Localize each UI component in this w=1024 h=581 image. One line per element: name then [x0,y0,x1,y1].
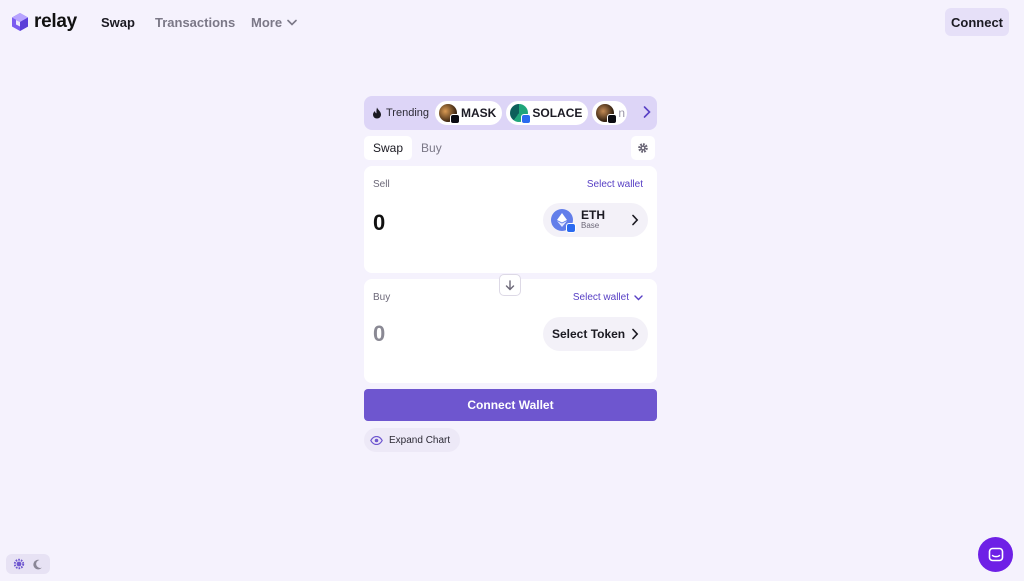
token-symbol: MASK [461,106,497,120]
chevron-down-icon [287,19,297,26]
buy-panel: Buy Select wallet 0 Select Token [364,274,657,383]
chat-icon [988,547,1003,561]
flame-icon [373,107,381,119]
buy-amount-input[interactable]: 0 [373,321,385,347]
sell-label: Sell [373,179,390,190]
buy-select-wallet-label: Select wallet [572,292,629,303]
nav-more[interactable]: More [251,15,297,30]
sun-icon[interactable] [13,558,25,570]
gear-icon [638,143,648,153]
swap-widget: Trending MASK SOLACE n Swap Buy Sell Sel [364,96,657,452]
nav-transactions[interactable]: Transactions [155,15,235,30]
sell-token-selector[interactable]: ETH Base [543,203,648,237]
trending-bar: Trending MASK SOLACE n [364,96,657,130]
chevron-right-icon[interactable] [643,105,651,119]
chevron-right-icon [632,214,639,226]
buy-select-token-button[interactable]: Select Token [543,317,648,351]
sell-amount-input[interactable]: 0 [373,210,385,236]
swap-direction-button[interactable] [499,274,521,296]
sell-token-chain: Base [581,221,600,231]
token-avatar [510,104,532,124]
nav-swap[interactable]: Swap [101,15,135,30]
relay-logo[interactable]: relay [10,11,77,33]
moon-icon[interactable] [32,559,43,570]
nav-more-label: More [251,15,283,30]
expand-chart-label: Expand Chart [389,434,451,446]
settings-button[interactable] [631,136,655,160]
connect-button[interactable]: Connect [945,8,1009,36]
buy-select-wallet[interactable]: Select wallet [573,292,643,303]
support-chat-button[interactable] [978,537,1013,572]
swap-tabs: Swap Buy [364,136,657,160]
chevron-right-icon [632,328,639,340]
connect-wallet-button[interactable]: Connect Wallet [364,389,657,421]
sell-panel: Sell Select wallet 0 ETH Base [364,166,657,273]
tab-swap[interactable]: Swap [364,136,413,160]
eth-icon [551,209,576,233]
sell-select-wallet[interactable]: Select wallet [587,179,643,190]
token-avatar [439,104,461,124]
trending-token-chip[interactable]: MASK [435,101,503,125]
brand-name: relay [34,11,77,32]
trending-token-chip[interactable]: SOLACE [506,101,589,125]
relay-cube-icon [12,13,28,31]
expand-chart-button[interactable]: Expand Chart [364,428,460,452]
buy-label: Buy [373,292,391,303]
trending-text: Trending [386,107,430,119]
token-symbol: SOLACE [532,106,583,120]
trending-token-chip[interactable]: n [592,101,628,125]
trending-label: Trending [372,107,429,119]
chevron-down-icon [634,294,643,300]
tab-buy[interactable]: Buy [412,136,451,160]
eye-icon [370,435,383,445]
token-avatar [596,104,618,124]
theme-toggle[interactable] [6,554,50,574]
arrow-down-icon [505,279,515,290]
select-token-label: Select Token [552,327,626,341]
token-symbol: n [618,106,626,120]
top-nav: relay Swap Transactions More Connect [0,0,1024,44]
